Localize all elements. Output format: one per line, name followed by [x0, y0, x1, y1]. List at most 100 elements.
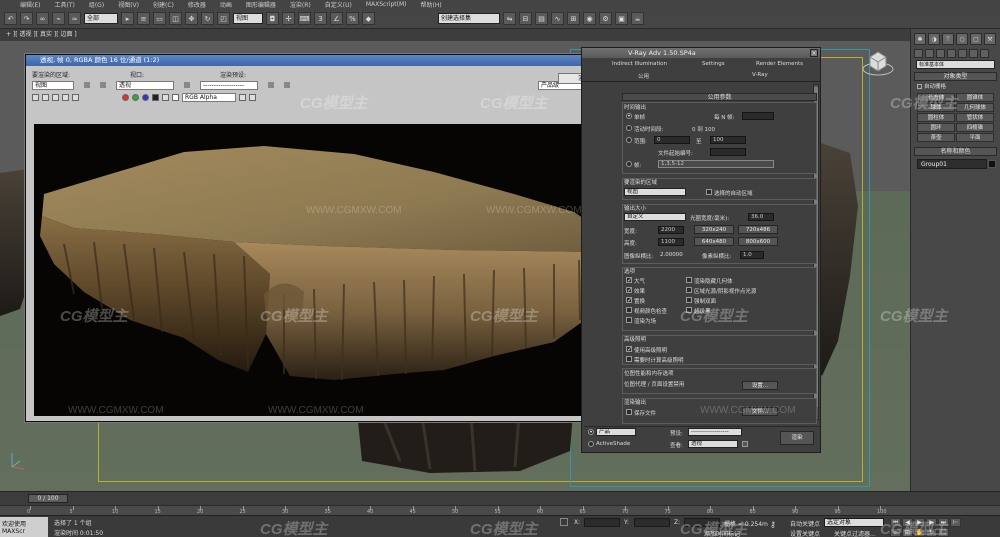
torus-button[interactable]: 圆环 [917, 123, 955, 132]
cameras-icon[interactable] [947, 49, 956, 58]
spinner-snap-icon[interactable]: ◆ [362, 12, 375, 25]
x-coord-field[interactable] [584, 518, 620, 527]
keyboard-shortcut-icon[interactable]: ⌨ [298, 12, 311, 25]
every-n-input[interactable] [742, 112, 774, 120]
blue-channel-icon[interactable] [142, 93, 149, 101]
bitmap-setup-button[interactable]: 设置... [742, 381, 778, 390]
menu-item-create[interactable]: 创建(C) [153, 0, 174, 9]
percent-snap-icon[interactable]: % [346, 12, 359, 25]
auto-key-label[interactable]: 自动关键点 [790, 519, 820, 528]
range-radio[interactable] [626, 137, 632, 143]
files-button[interactable]: 文件... [742, 407, 778, 416]
rendered-frame-icon[interactable]: ▣ [615, 12, 628, 25]
redo-icon[interactable]: ↷ [20, 12, 33, 25]
sphere-button[interactable]: 球体 [917, 103, 955, 112]
window-crossing-icon[interactable]: ◫ [169, 12, 182, 25]
link-icon[interactable]: ∞ [36, 12, 49, 25]
tab-settings[interactable]: Settings [702, 61, 725, 67]
preset-640x480-button[interactable]: 640x480 [694, 237, 734, 246]
preset-select[interactable]: ------------------- [688, 428, 742, 436]
lock-icon[interactable] [184, 82, 190, 88]
geometry-icon[interactable] [914, 49, 923, 58]
option-right-checkbox[interactable] [686, 287, 692, 293]
red-channel-icon[interactable] [122, 93, 129, 101]
maxscript-listener[interactable]: 欢迎使用 MAXScr [0, 517, 48, 537]
selection-lock-icon[interactable] [560, 518, 568, 526]
menu-item-edit[interactable]: 编辑(E) [20, 0, 40, 9]
cylinder-button[interactable]: 圆柱体 [917, 113, 955, 122]
name-color-rollout[interactable]: 名称和颜色 [914, 147, 997, 156]
color-swatch[interactable] [172, 93, 179, 101]
render-setup-icon[interactable]: ⚙ [599, 12, 612, 25]
edit-region-icon[interactable] [84, 82, 90, 88]
range-from-input[interactable]: 0 [654, 136, 690, 144]
toggle-ui-icon[interactable] [249, 93, 256, 101]
auto-grid-checkbox[interactable] [917, 83, 922, 89]
option-left-checkbox[interactable]: ✓ [626, 277, 632, 284]
height-input[interactable]: 1100 [658, 238, 684, 246]
angle-snap-icon[interactable]: ∠ [330, 12, 343, 25]
clear-icon[interactable] [72, 93, 79, 101]
snap-icon[interactable]: 3 [314, 12, 327, 25]
prev-frame-icon[interactable]: ◀ [902, 518, 913, 527]
save-image-icon[interactable] [32, 93, 39, 101]
option-right-checkbox[interactable] [686, 277, 692, 283]
plane-button[interactable]: 平面 [956, 133, 994, 142]
rotate-icon[interactable]: ↻ [201, 12, 214, 25]
modify-tab-icon[interactable]: ◑ [928, 33, 940, 45]
activeshade-radio[interactable] [588, 441, 594, 447]
set-key-label[interactable]: 设置关键点 [790, 529, 820, 537]
range-to-input[interactable]: 100 [710, 136, 746, 144]
frame-window-titlebar[interactable]: 透视, 帧 0, RGBA 颜色 16 位/通道 (1:2) × [26, 55, 621, 66]
auto-region-checkbox[interactable] [706, 189, 712, 195]
menu-item-customize[interactable]: 自定义(U) [325, 0, 352, 9]
timeline-ruler[interactable]: 0 5 10 15 20 25 30 35 40 45 50 55 60 65 70 75 80 85 90 95 10… [0, 505, 1000, 515]
utilities-tab-icon[interactable]: ⚒ [984, 33, 996, 45]
render-preset-select[interactable]: ------------------- [200, 80, 258, 90]
create-tab-icon[interactable]: ✱ [914, 33, 926, 45]
viewport-select[interactable]: 透视 [116, 80, 174, 90]
box-button[interactable]: 长方体 [917, 93, 955, 102]
undo-icon[interactable]: ↶ [4, 12, 17, 25]
tab-vray[interactable]: V-Ray [752, 72, 768, 78]
frames-input[interactable]: 1,3,5-12 [658, 160, 774, 168]
render-production-icon[interactable]: ☕ [631, 12, 644, 25]
manipulate-icon[interactable]: ✢ [282, 12, 295, 25]
save-file-checkbox[interactable] [626, 409, 632, 415]
aperture-input[interactable]: 36.0 [748, 213, 774, 221]
alpha-channel-icon[interactable] [152, 93, 159, 101]
scale-icon[interactable]: ◰ [217, 12, 230, 25]
print-icon[interactable] [62, 93, 69, 101]
maximize-viewport-icon[interactable]: ⛶ [938, 528, 949, 537]
time-slider[interactable]: 0 / 100 [28, 494, 68, 503]
tab-indirect-illumination[interactable]: Indirect Illumination [612, 61, 667, 67]
menu-item-modifiers[interactable]: 修改器 [188, 0, 206, 9]
orbit-icon[interactable]: ↻ [926, 528, 937, 537]
menu-item-animation[interactable]: 动画 [220, 0, 232, 9]
use-adv-lighting-checkbox[interactable]: ✓ [626, 346, 632, 353]
y-coord-field[interactable] [634, 518, 670, 527]
object-color-swatch[interactable] [988, 160, 996, 168]
selection-filter-select[interactable]: 全部 [84, 13, 118, 24]
menu-item-group[interactable]: 组(G) [89, 0, 104, 9]
tube-button[interactable]: 管状体 [956, 113, 994, 122]
option-left-checkbox[interactable] [626, 307, 632, 313]
viewcube-icon[interactable] [862, 47, 894, 79]
render-setup-icon[interactable] [268, 82, 274, 88]
menu-item-help[interactable]: 帮助(H) [421, 0, 442, 9]
single-frame-radio[interactable]: • [626, 113, 632, 120]
teapot-button[interactable]: 茶壶 [917, 133, 955, 142]
helpers-icon[interactable] [958, 49, 967, 58]
menu-item-maxscript[interactable]: MAXScript(M) [366, 1, 407, 8]
hierarchy-tab-icon[interactable]: ⊤ [942, 33, 954, 45]
ref-coord-select[interactable]: 视图 [233, 13, 263, 24]
rect-selection-icon[interactable]: ▭ [153, 12, 166, 25]
close-icon[interactable]: × [810, 49, 818, 57]
option-left-checkbox[interactable]: ✓ [626, 287, 632, 294]
channel-select[interactable]: RGB Alpha [182, 92, 236, 102]
option-right-checkbox[interactable] [686, 297, 692, 303]
preset-800x600-button[interactable]: 800x600 [738, 237, 778, 246]
object-type-rollout[interactable]: 对象类型 [914, 72, 997, 81]
lights-icon[interactable] [936, 49, 945, 58]
motion-tab-icon[interactable]: ○ [956, 33, 968, 45]
